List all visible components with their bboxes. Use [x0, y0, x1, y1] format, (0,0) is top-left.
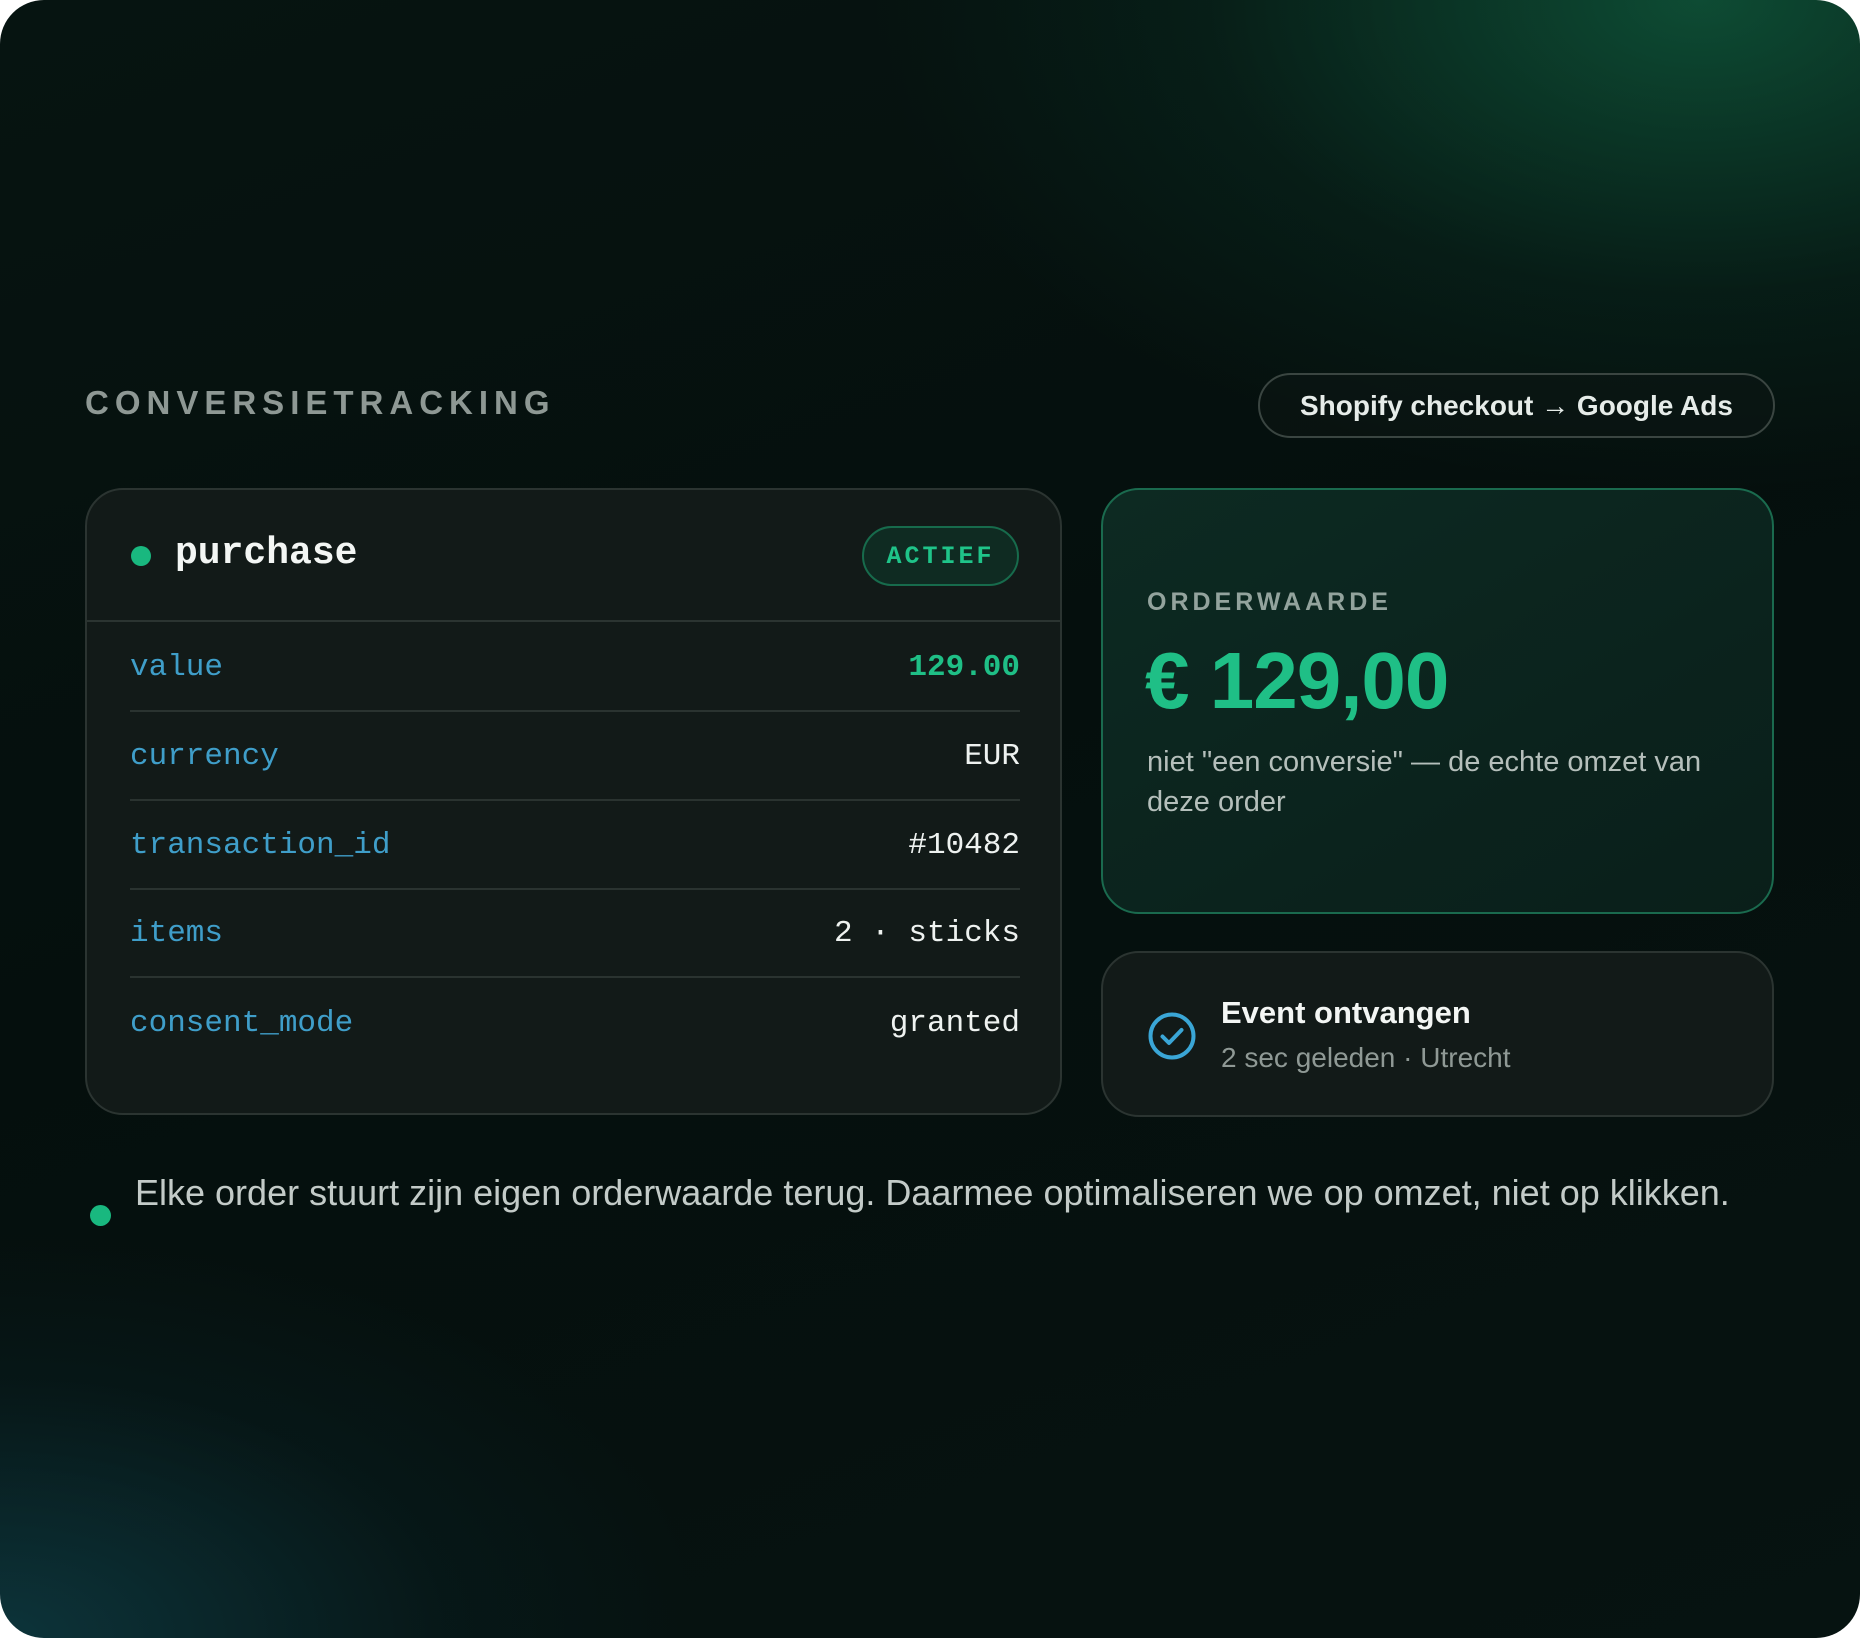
- param-value: 129.00: [908, 649, 1020, 685]
- param-row-value: value 129.00: [130, 624, 1020, 712]
- order-value-note: niet "een conversie" — de echte omzet va…: [1147, 746, 1702, 818]
- check-circle-icon: [1148, 1012, 1196, 1060]
- param-row-currency: currency EUR: [130, 713, 1020, 801]
- received-meta: 2 sec geleden · Utrecht: [1221, 1042, 1511, 1073]
- param-row-consent-mode: consent_mode granted: [130, 979, 1020, 1067]
- param-value: 2 · sticks: [833, 915, 1020, 951]
- order-value-card: ORDERWAARDE € 129,00 niet "een conversie…: [1101, 488, 1774, 914]
- event-header: purchase ACTIEF: [87, 490, 1060, 622]
- param-key: transaction_id: [130, 827, 391, 863]
- event-card: purchase ACTIEF value 129.00 currency EU…: [85, 488, 1062, 1115]
- received-title: Event ontvangen: [1221, 995, 1471, 1030]
- order-value-amount: € 129,00: [1145, 636, 1449, 725]
- event-name: purchase: [175, 532, 358, 575]
- live-status-dot-icon: [131, 546, 151, 566]
- bullet-dot-icon: [90, 1205, 111, 1226]
- section-title: CONVERSIETRACKING: [85, 384, 556, 421]
- event-received-card: Event ontvangen 2 sec geleden · Utrecht: [1101, 951, 1774, 1117]
- param-key: items: [130, 915, 224, 951]
- param-value: #10482: [908, 827, 1020, 863]
- param-row-transaction-id: transaction_id #10482: [130, 802, 1020, 890]
- footer-note: Elke order stuurt zijn eigen orderwaarde…: [135, 1172, 1730, 1213]
- order-value-label: ORDERWAARDE: [1147, 588, 1392, 616]
- param-value: EUR: [964, 738, 1020, 774]
- conversion-tracking-panel: CONVERSIETRACKING Shopify checkout → Goo…: [0, 0, 1860, 1638]
- param-key: value: [130, 649, 224, 685]
- param-value: granted: [889, 1005, 1020, 1041]
- route-pill[interactable]: Shopify checkout → Google Ads: [1258, 373, 1775, 438]
- param-row-items: items 2 · sticks: [130, 890, 1020, 978]
- status-badge: ACTIEF: [862, 526, 1019, 586]
- param-key: currency: [130, 738, 279, 774]
- param-key: consent_mode: [130, 1005, 354, 1041]
